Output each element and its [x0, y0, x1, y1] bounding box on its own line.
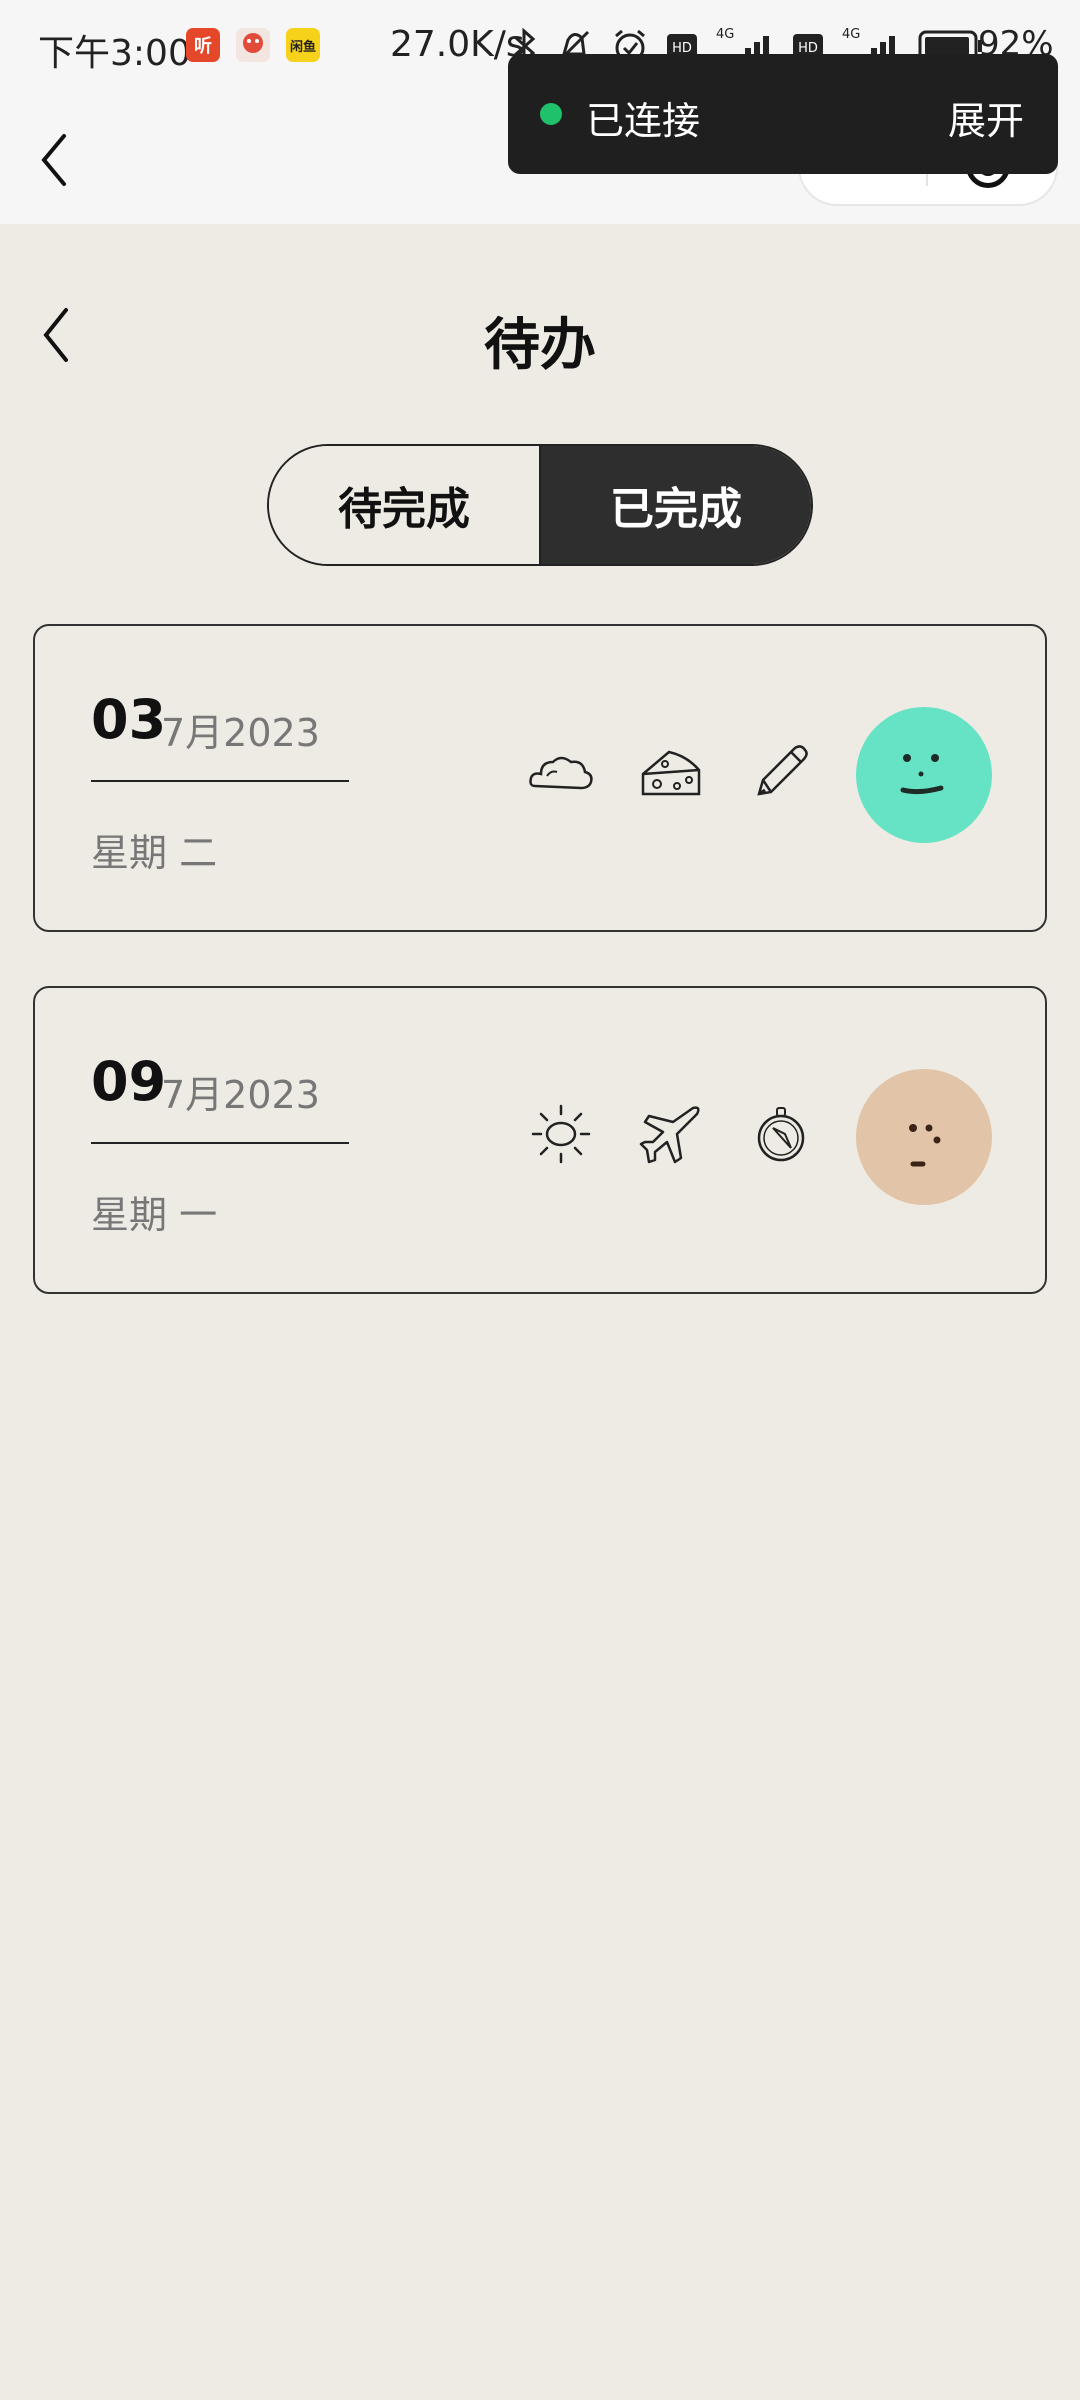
- connected-indicator: [540, 103, 562, 125]
- cheese-icon: [635, 736, 707, 808]
- net-speed: 27.0K/s: [390, 24, 525, 65]
- mascot-app-icon: [236, 28, 270, 62]
- status-time: 下午3:00: [38, 33, 191, 74]
- airplane-icon: [635, 1098, 707, 1170]
- card-month-year: 7月2023: [161, 1073, 320, 1117]
- svg-text:4G: 4G: [842, 27, 860, 42]
- status-tabs: 待完成 已完成: [267, 444, 813, 566]
- card-day: 03: [91, 688, 167, 751]
- mini-program-back-icon[interactable]: [36, 130, 76, 190]
- card-divider: [91, 780, 349, 782]
- xianyu-app-icon: 闲鱼: [286, 28, 320, 62]
- cloud-icon: [525, 736, 597, 808]
- page-title: 待办: [484, 313, 596, 378]
- card-day: 09: [91, 1050, 167, 1113]
- svg-text:4G: 4G: [716, 27, 734, 42]
- compass-icon: [745, 1098, 817, 1170]
- mood-face-neutral-icon: [855, 1068, 993, 1206]
- todo-card[interactable]: 03 7月2023 星期 二: [33, 624, 1047, 932]
- connection-toast: 已连接 展开: [508, 54, 1058, 174]
- tab-pending[interactable]: 待完成: [269, 446, 541, 564]
- card-divider: [91, 1142, 349, 1144]
- tab-done[interactable]: 已完成: [541, 446, 811, 564]
- card-weekday: 星期 二: [91, 831, 218, 875]
- expand-button[interactable]: 展开: [948, 90, 1024, 145]
- mood-face-happy-icon: [855, 706, 993, 844]
- top-bar: 下午3:00 听 闲鱼 27.0K/s HD 4G HD 4G 92% 已连接 …: [0, 0, 1080, 224]
- card-weekday: 星期 一: [91, 1193, 218, 1237]
- ting-app-icon: 听: [186, 28, 220, 62]
- sun-icon: [525, 1098, 597, 1170]
- todo-card[interactable]: 09 7月2023 星期 一: [33, 986, 1047, 1294]
- connection-status: 已连接: [586, 99, 701, 143]
- pencil-icon: [745, 736, 817, 808]
- card-month-year: 7月2023: [161, 711, 320, 755]
